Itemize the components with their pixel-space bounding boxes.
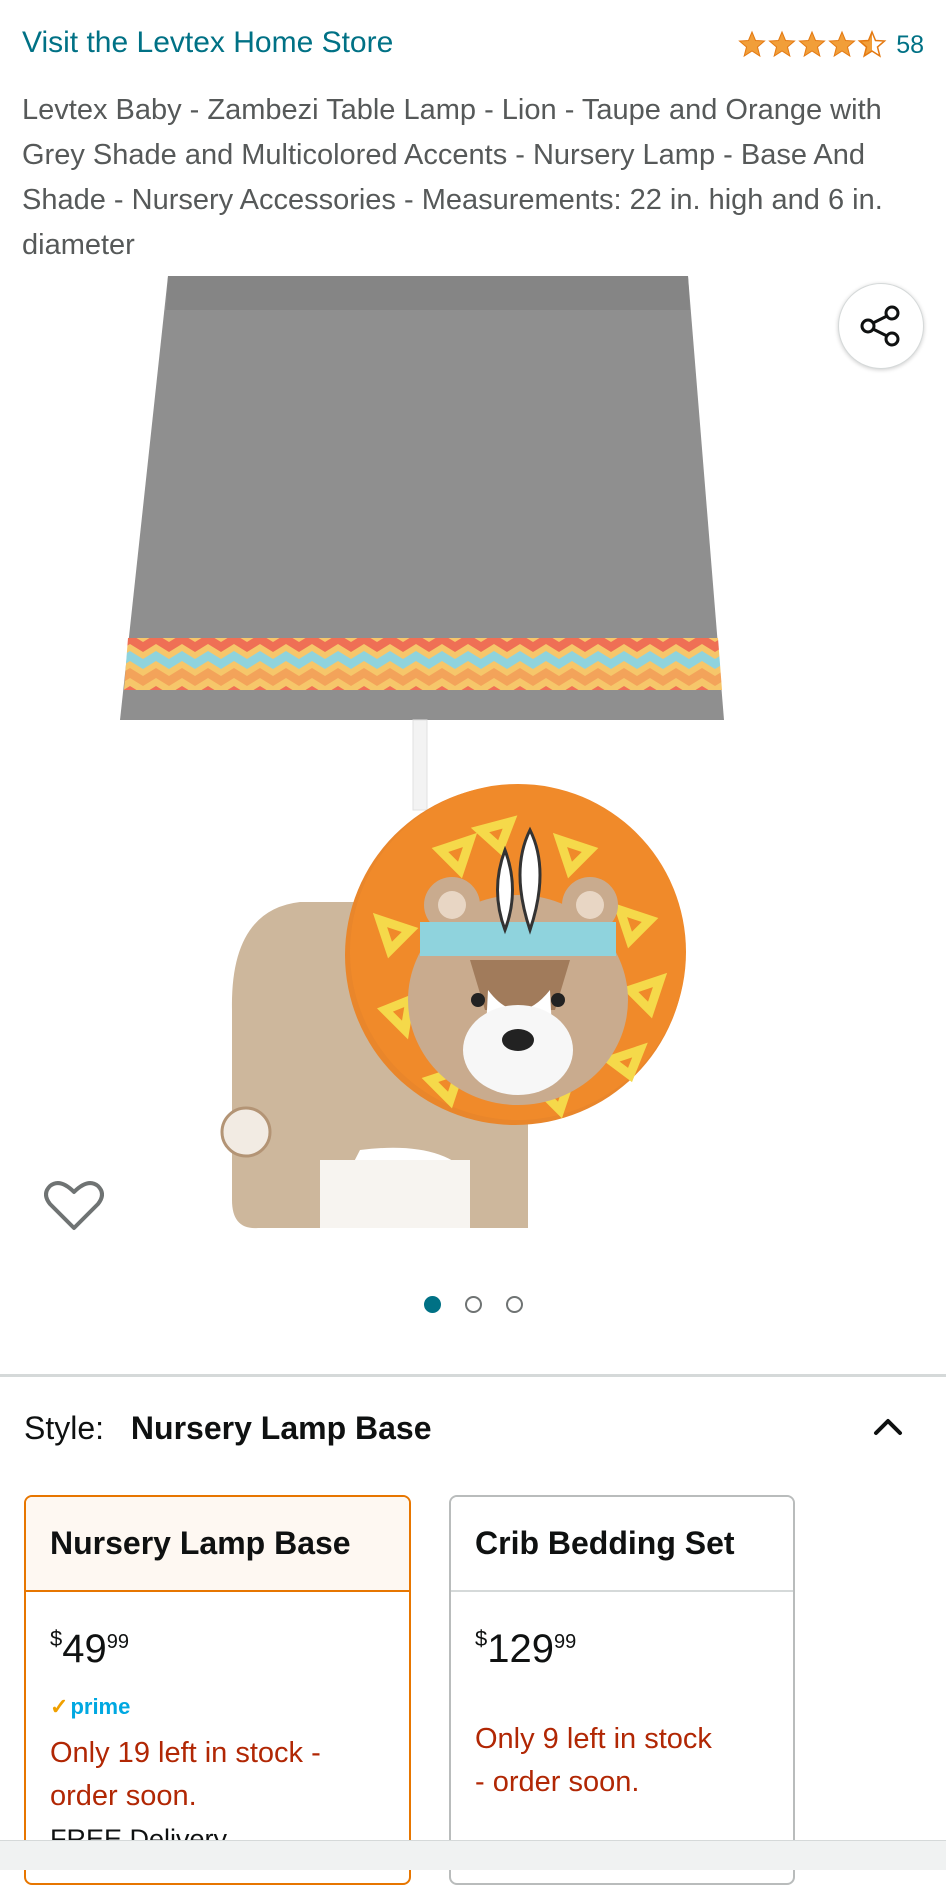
carousel-dot-1[interactable] [423, 1296, 441, 1313]
option-name: Crib Bedding Set [451, 1497, 793, 1592]
collapse-style-button[interactable] [870, 1408, 906, 1449]
product-title: Levtex Baby - Zambezi Table Lamp - Lion … [22, 94, 883, 261]
option-price: $12999 [475, 1626, 577, 1671]
rating-count[interactable]: 58 [896, 31, 924, 60]
stock-status: Only 9 left in stock - order soon. [475, 1723, 712, 1798]
wishlist-button[interactable] [44, 1178, 104, 1237]
share-icon [860, 305, 900, 347]
prime-check-icon: ✓ [50, 1694, 69, 1719]
chevron-up-icon [874, 1419, 902, 1435]
style-option-crib-bedding-set[interactable]: Crib Bedding Set $12999 Only 9 left in s… [449, 1495, 795, 1885]
style-selector-header: Style: Nursery Lamp Base [24, 1410, 432, 1447]
heart-icon [44, 1181, 104, 1230]
star-rating[interactable]: 58 [738, 30, 924, 60]
stock-status: Only 19 left in stock - order soon. [50, 1737, 321, 1812]
option-price: $4999 [50, 1626, 129, 1671]
bottom-bar [0, 1840, 946, 1870]
star-rating-icon [739, 31, 886, 57]
style-selected-value: Nursery Lamp Base [130, 1410, 432, 1446]
option-name: Nursery Lamp Base [26, 1497, 409, 1592]
product-image[interactable] [0, 270, 946, 1265]
visit-store-link[interactable]: Visit the Levtex Home Store [22, 26, 393, 60]
style-label: Style: [24, 1410, 105, 1446]
image-carousel-indicator [0, 1296, 946, 1313]
carousel-dot-2[interactable] [464, 1296, 482, 1313]
share-button[interactable] [838, 283, 924, 369]
prime-badge: ✓ prime [50, 1694, 131, 1719]
section-divider [0, 1374, 946, 1377]
style-option-nursery-lamp-base[interactable]: Nursery Lamp Base $4999 ✓ prime Only 19 l… [24, 1495, 411, 1885]
carousel-dot-3[interactable] [505, 1296, 523, 1313]
